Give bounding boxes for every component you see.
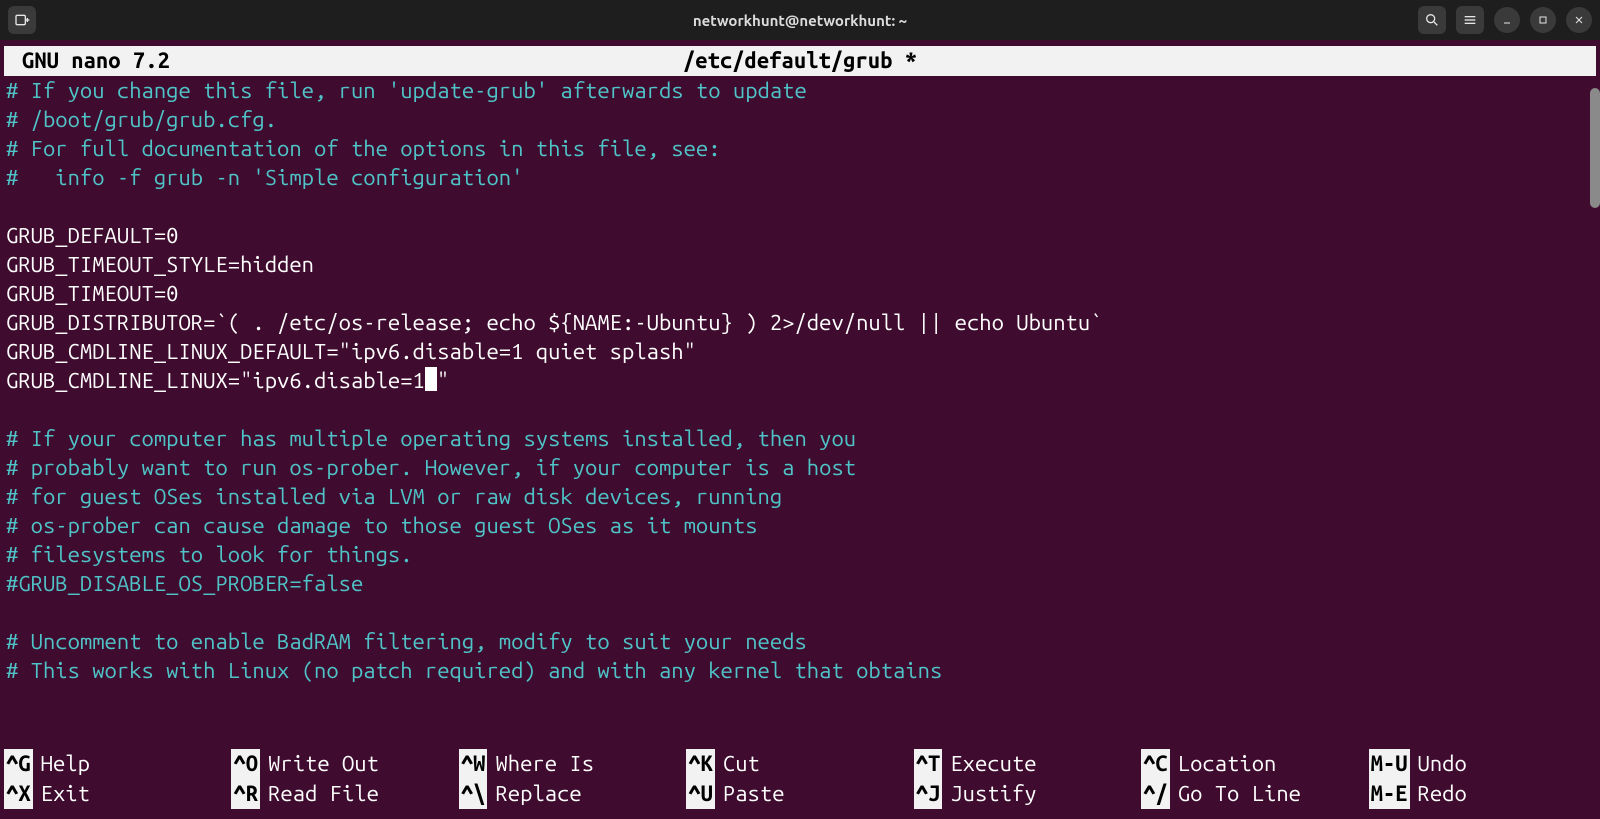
shortcut-key: ^X [4, 779, 33, 809]
shortcut-item: ^TExecute [914, 749, 1141, 779]
editor-line: # This works with Linux (no patch requir… [6, 656, 1594, 685]
shortcut-label: Replace [495, 779, 581, 809]
shortcut-item: ^K Cut [686, 749, 913, 779]
text-cursor [425, 367, 437, 391]
search-icon [1424, 12, 1440, 28]
shortcut-label: Justify [950, 779, 1036, 809]
editor-line: GRUB_DISTRIBUTOR=`( . /etc/os-release; e… [6, 308, 1594, 337]
shortcut-key: ^\ [459, 779, 488, 809]
shortcut-key: ^R [231, 779, 260, 809]
shortcut-key: ^K [686, 749, 715, 779]
shortcut-item: ^O Write Out [231, 749, 458, 779]
shortcut-key: ^U [686, 779, 715, 809]
editor-line: # for guest OSes installed via LVM or ra… [6, 482, 1594, 511]
terminal-body[interactable]: GNU nano 7.2 /etc/default/grub * # If yo… [0, 40, 1600, 819]
nano-header: GNU nano 7.2 /etc/default/grub * [4, 46, 1596, 76]
editor-line [6, 395, 1594, 424]
close-button[interactable] [1566, 7, 1592, 33]
hamburger-icon [1462, 12, 1478, 28]
shortcut-item: ^G Help [4, 749, 231, 779]
editor-line [6, 192, 1594, 221]
terminal-plus-icon [14, 12, 30, 28]
shortcut-key: ^J [914, 779, 943, 809]
nano-shortcut-bar: ^GHelp^OWrite Out^WWhere Is^KCut^TExecut… [4, 749, 1596, 809]
shortcut-label: Undo [1418, 749, 1467, 779]
editor-line: GRUB_TIMEOUT=0 [6, 279, 1594, 308]
shortcut-item: ^/ Go To Line [1141, 779, 1368, 809]
editor-line: # info -f grub -n 'Simple configuration' [6, 163, 1594, 192]
shortcut-label: Exit [41, 779, 90, 809]
editor-line: # If your computer has multiple operatin… [6, 424, 1594, 453]
editor-line: GRUB_CMDLINE_LINUX="ipv6.disable=1" [6, 366, 1594, 395]
editor-line: # Uncomment to enable BadRAM filtering, … [6, 627, 1594, 656]
shortcut-label: Execute [950, 749, 1036, 779]
nano-app-version: GNU nano 7.2 [4, 46, 170, 76]
editor-line: # If you change this file, run 'update-g… [6, 76, 1594, 105]
shortcut-item: ^R Read File [231, 779, 458, 809]
editor-line: GRUB_DEFAULT=0 [6, 221, 1594, 250]
shortcut-label: Help [41, 749, 90, 779]
editor-line: # filesystems to look for things. [6, 540, 1594, 569]
shortcut-label: Write Out [268, 749, 379, 779]
scrollbar-thumb[interactable] [1590, 88, 1600, 208]
editor-line: # For full documentation of the options … [6, 134, 1594, 163]
shortcut-key: ^G [4, 749, 33, 779]
maximize-button[interactable] [1530, 7, 1556, 33]
nano-filename: /etc/default/grub * [0, 46, 1600, 76]
shortcut-key: ^W [459, 749, 488, 779]
shortcut-item: ^X Exit [4, 779, 231, 809]
editor-line: # os-prober can cause damage to those gu… [6, 511, 1594, 540]
minimize-icon [1501, 14, 1513, 26]
editor-line: GRUB_CMDLINE_LINUX_DEFAULT="ipv6.disable… [6, 337, 1594, 366]
shortcut-key: M-U [1369, 749, 1410, 779]
editor-content[interactable]: # If you change this file, run 'update-g… [4, 76, 1596, 685]
shortcut-key: ^T [914, 749, 943, 779]
shortcut-label: Read File [268, 779, 379, 809]
shortcut-item: ^U Paste [686, 779, 913, 809]
shortcut-label: Location [1178, 749, 1277, 779]
search-button[interactable] [1418, 6, 1446, 34]
editor-line: # probably want to run os-prober. Howeve… [6, 453, 1594, 482]
editor-line: # /boot/grub/grub.cfg. [6, 105, 1594, 134]
editor-line [6, 598, 1594, 627]
minimize-button[interactable] [1494, 7, 1520, 33]
new-tab-button[interactable] [8, 6, 36, 34]
shortcut-item: ^JJustify [914, 779, 1141, 809]
window-titlebar: networkhunt@networkhunt: ~ [0, 0, 1600, 40]
shortcut-key: ^C [1141, 749, 1170, 779]
shortcut-key: ^O [231, 749, 260, 779]
shortcut-item: M-U Undo [1369, 749, 1596, 779]
shortcut-label: Cut [723, 749, 760, 779]
shortcut-item: ^WWhere Is [459, 749, 686, 779]
hamburger-menu-button[interactable] [1456, 6, 1484, 34]
shortcut-label: Redo [1418, 779, 1467, 809]
maximize-icon [1537, 14, 1549, 26]
editor-line: GRUB_TIMEOUT_STYLE=hidden [6, 250, 1594, 279]
shortcut-item: ^\Replace [459, 779, 686, 809]
shortcut-item: ^C Location [1141, 749, 1368, 779]
shortcut-label: Where Is [495, 749, 594, 779]
shortcut-item: M-E Redo [1369, 779, 1596, 809]
window-title: networkhunt@networkhunt: ~ [0, 12, 1600, 29]
shortcut-label: Paste [723, 779, 785, 809]
shortcut-key: ^/ [1141, 779, 1170, 809]
shortcut-label: Go To Line [1178, 779, 1301, 809]
close-icon [1573, 14, 1585, 26]
editor-line: #GRUB_DISABLE_OS_PROBER=false [6, 569, 1594, 598]
shortcut-key: M-E [1369, 779, 1410, 809]
